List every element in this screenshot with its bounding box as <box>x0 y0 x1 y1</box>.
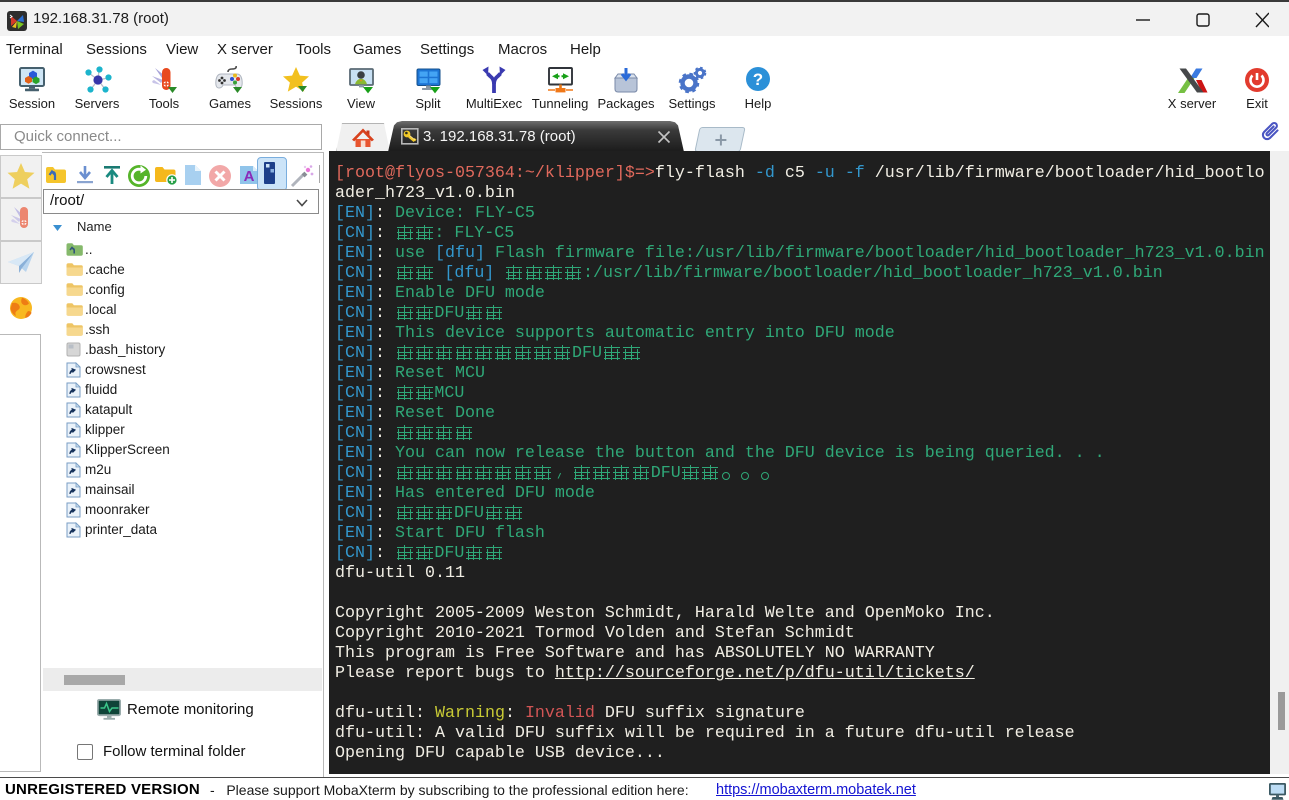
svg-text:A: A <box>244 168 255 185</box>
svg-text:?: ? <box>753 70 763 89</box>
